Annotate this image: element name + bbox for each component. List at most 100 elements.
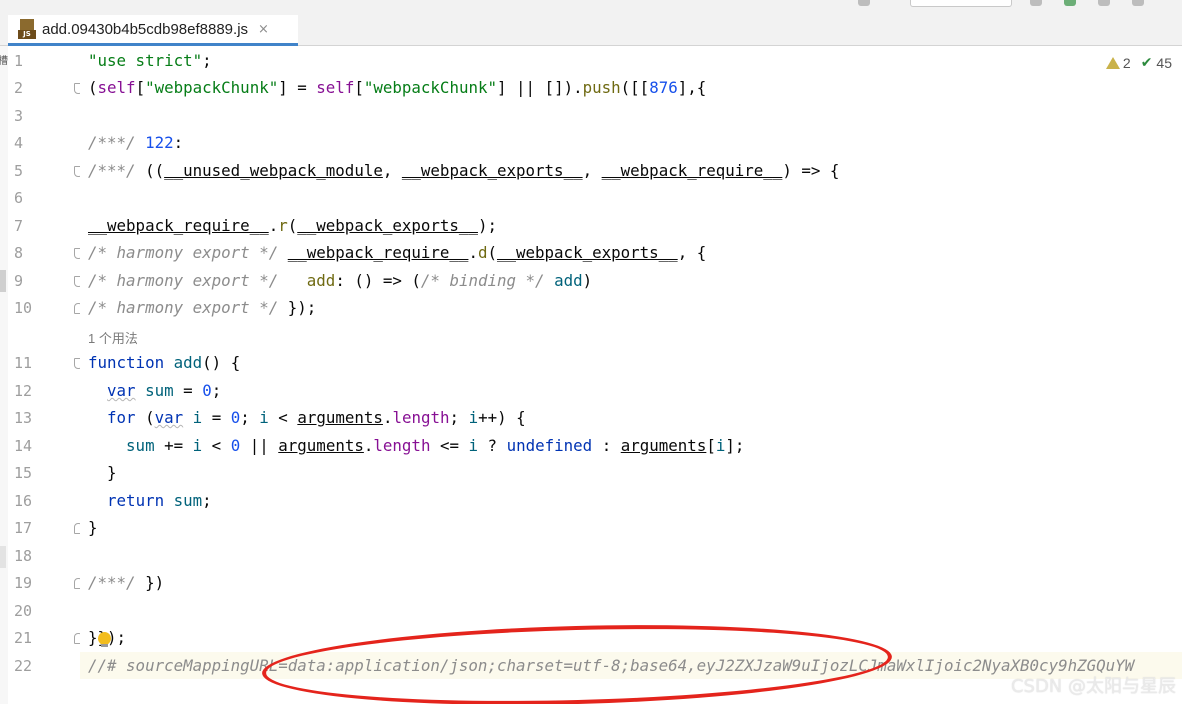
code-editor[interactable]: "use strict"; (self["webpackChunk"] = se…: [80, 46, 1182, 704]
keyword: return: [107, 491, 165, 510]
gutter-marker: [0, 546, 6, 568]
code-line-8: /* harmony export */ __webpack_require__…: [88, 239, 706, 266]
line-number: 14: [14, 437, 33, 455]
close-icon[interactable]: ×: [258, 22, 269, 37]
identifier: __webpack_exports__: [496, 243, 678, 262]
code-token: ];: [725, 436, 745, 455]
debug-icon[interactable]: [1064, 0, 1076, 6]
code-token: :: [173, 133, 184, 152]
code-token: ++) {: [478, 408, 526, 427]
usages-inlay-hint[interactable]: 1 个用法: [88, 328, 138, 347]
tab-title: add.09430b4b5cdb98ef8889.js: [42, 20, 249, 38]
comment: /* harmony export */: [88, 298, 279, 317]
identifier: arguments: [620, 436, 707, 455]
code-token: .: [268, 216, 279, 235]
code-token: ;: [202, 491, 212, 510]
property-ref: length: [373, 436, 431, 455]
line-number: 5: [14, 162, 24, 180]
code-token: ) => {: [782, 161, 840, 180]
number-literal: 0: [202, 381, 212, 400]
identifier: __webpack_exports__: [297, 216, 478, 235]
identifier: arguments: [278, 436, 364, 455]
editor-tab-bar: JS add.09430b4b5cdb98ef8889.js ×: [0, 10, 1182, 46]
code-token: [: [354, 78, 364, 97]
code-line-19: /***/ }): [88, 569, 164, 596]
local-variable: sum: [145, 381, 174, 400]
keyword: function: [88, 353, 165, 372]
number-literal: 0: [230, 436, 241, 455]
line-number: 19: [14, 574, 33, 592]
line-number: 12: [14, 382, 33, 400]
code-token: , {: [677, 243, 707, 262]
function-ref: add: [554, 271, 583, 290]
left-tool-strip: 槽: [0, 46, 8, 704]
identifier: __webpack_require__: [287, 243, 469, 262]
coverage-icon[interactable]: [1098, 0, 1110, 6]
stop-icon[interactable]: [1132, 0, 1144, 6]
local-variable: sum: [173, 491, 203, 510]
code-token: [: [706, 436, 716, 455]
code-line-5: /***/ ((__unused_webpack_module, __webpa…: [88, 157, 839, 184]
comment: /***/: [88, 161, 136, 180]
code-token: ||: [240, 436, 279, 455]
run-config-selector[interactable]: [910, 0, 1012, 7]
code-token: ],{: [677, 78, 707, 97]
inspection-widget[interactable]: 2 ✔ 45: [1105, 55, 1172, 71]
code-token: (: [135, 408, 155, 427]
code-line-2: (self["webpackChunk"] = self["webpackChu…: [88, 74, 706, 101]
toolbar-icon[interactable]: [858, 0, 870, 6]
run-icon[interactable]: [1030, 0, 1042, 6]
local-variable: i: [259, 408, 269, 427]
number-literal: 876: [649, 78, 678, 97]
code-line-10: /* harmony export */ });: [88, 294, 316, 321]
function-name: add: [173, 353, 203, 372]
code-line-12: var sum = 0;: [88, 377, 221, 404]
local-variable: i: [715, 436, 726, 455]
warning-count: 2: [1122, 55, 1131, 71]
checkmark-icon: ✔: [1140, 55, 1153, 71]
code-line-16: return sum;: [88, 487, 212, 514]
code-token: (: [287, 216, 298, 235]
code-token: () {: [202, 353, 241, 372]
code-token: +=: [154, 436, 193, 455]
code-token: );: [477, 216, 497, 235]
code-token: ] || []).: [497, 78, 583, 97]
code-token: ;: [202, 51, 212, 70]
code-line-7: __webpack_require__.r(__webpack_exports_…: [88, 212, 497, 239]
global-ref: self: [316, 78, 355, 97]
keyword: var: [154, 408, 184, 427]
local-variable: i: [468, 408, 479, 427]
local-variable: i: [468, 436, 479, 455]
code-line-9: /* harmony export */ add: () => (/* bind…: [88, 267, 592, 294]
code-line-1: "use strict";: [88, 47, 212, 74]
code-line-13: for (var i = 0; i < arguments.length; i+…: [88, 404, 526, 431]
lightbulb-icon[interactable]: [98, 632, 111, 647]
code-token: ;: [240, 408, 260, 427]
line-number: 13: [14, 409, 33, 427]
code-token: : () => (: [335, 271, 421, 290]
parameter: __webpack_exports__: [401, 161, 583, 180]
number-literal: 122: [135, 133, 174, 152]
line-number: 18: [14, 547, 33, 565]
code-line-17: }: [88, 518, 98, 537]
identifier: __webpack_require__: [88, 216, 269, 235]
code-token: });: [278, 298, 317, 317]
code-token: }): [135, 573, 165, 592]
code-token: =: [173, 381, 203, 400]
code-token: <: [268, 408, 298, 427]
line-number: 22: [14, 657, 33, 675]
code-token: =: [202, 408, 231, 427]
string-literal: "use strict": [88, 51, 203, 70]
editor-tab[interactable]: JS add.09430b4b5cdb98ef8889.js ×: [8, 15, 298, 46]
js-file-icon: JS: [18, 19, 36, 39]
local-variable: i: [192, 408, 203, 427]
code-token: ,: [582, 161, 602, 180]
line-number: 11: [14, 354, 33, 372]
local-variable: sum: [126, 436, 155, 455]
parameter: __webpack_require__: [601, 161, 783, 180]
